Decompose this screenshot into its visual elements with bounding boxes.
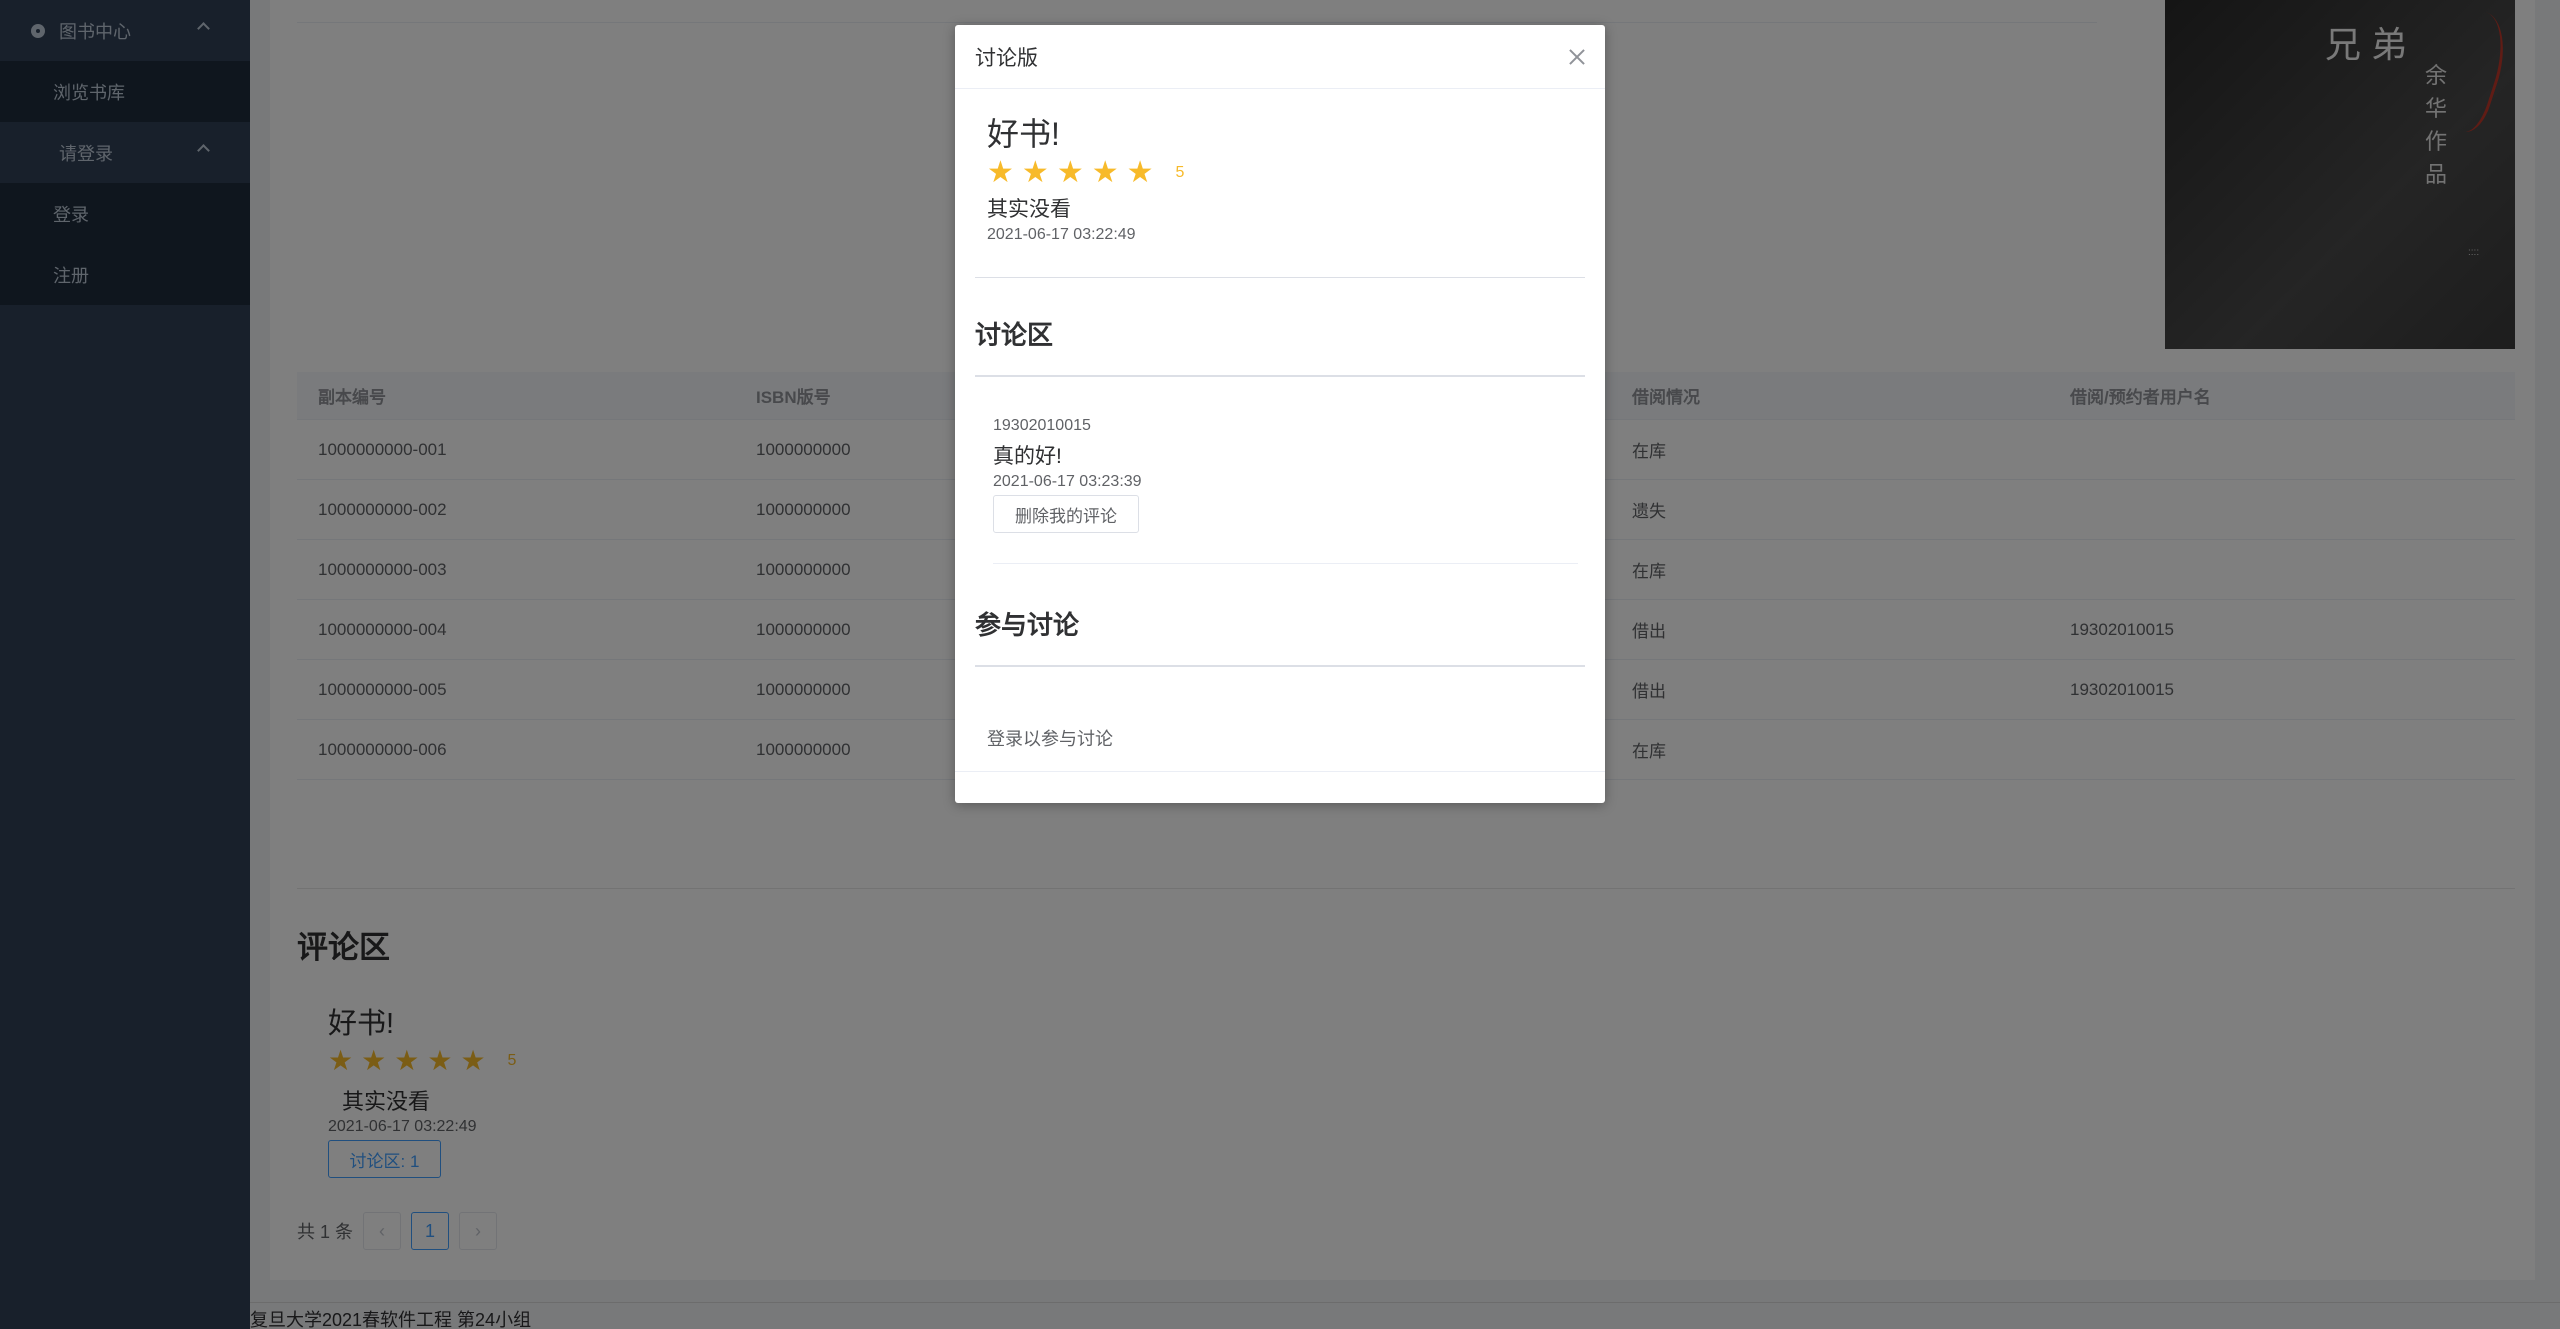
- star-icon: ★: [987, 156, 1014, 189]
- discussion-heading: 讨论区: [975, 320, 1054, 350]
- comment-date: 2021-06-17 03:23:39: [993, 473, 1142, 490]
- dialog-title: 讨论版: [975, 46, 1038, 70]
- star-icon: ★: [1126, 156, 1154, 189]
- divider: [975, 665, 1585, 667]
- divider: [975, 277, 1585, 278]
- star-icon: ★: [1021, 156, 1049, 189]
- rating-value: 5: [1175, 163, 1185, 181]
- close-icon[interactable]: [1567, 47, 1587, 67]
- dialog-review-date: 2021-06-17 03:22:49: [987, 226, 1136, 243]
- discussion-dialog: 讨论版 好书! ★ ★ ★ ★ ★ 5 其实没看 2021-06-17 03:2…: [955, 25, 1605, 803]
- star-icon: ★: [1091, 156, 1119, 189]
- comment-user: 19302010015: [993, 417, 1091, 434]
- dialog-review-rating: ★ ★ ★ ★ ★ 5: [987, 155, 1184, 190]
- star-icon: ★: [1056, 156, 1084, 189]
- join-discussion-heading: 参与讨论: [975, 610, 1080, 640]
- dialog-review-title: 好书!: [987, 116, 1060, 152]
- delete-comment-button[interactable]: 删除我的评论: [993, 495, 1139, 533]
- dialog-header: 讨论版: [955, 25, 1605, 89]
- dialog-review-body: 其实没看: [987, 198, 1071, 221]
- divider: [993, 563, 1578, 564]
- comment-text: 真的好!: [993, 445, 1062, 468]
- login-to-discuss-prompt[interactable]: 登录以参与讨论: [987, 725, 1113, 751]
- divider: [975, 375, 1585, 377]
- divider: [955, 771, 1605, 772]
